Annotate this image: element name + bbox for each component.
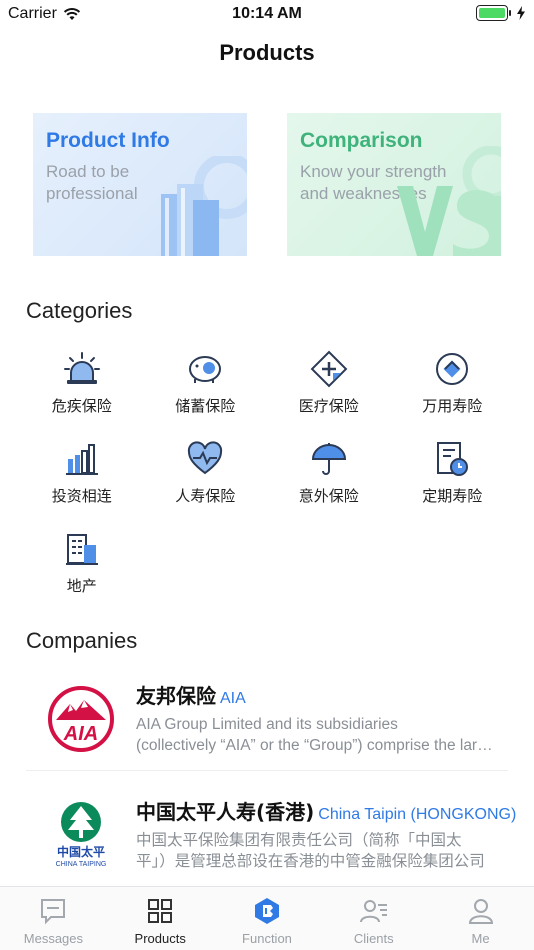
company-description-line2: (collectively “AIA” or the “Group”) comp… xyxy=(136,737,498,754)
category-medical[interactable]: 医疗保险 xyxy=(267,345,391,435)
category-term-life[interactable]: 定期寿险 xyxy=(391,435,515,525)
page-title: Products xyxy=(219,40,315,65)
comparison-card[interactable]: Comparison Know your strength and weakne… xyxy=(287,113,501,256)
categories-grid: 危疾保险 储蓄保险 医疗保险 万用寿险 投资相连 人寿保险 意外保险 定期寿险 … xyxy=(20,345,514,615)
clients-icon xyxy=(359,900,387,923)
umbrella-icon xyxy=(311,443,346,475)
category-label: 人寿保险 xyxy=(175,487,236,505)
aia-logo-icon: AIA xyxy=(48,686,114,752)
status-right xyxy=(476,5,526,21)
tab-function[interactable]: Function xyxy=(214,887,321,950)
aia-logo-text: AIA xyxy=(63,723,98,745)
category-label: 万用寿险 xyxy=(422,397,483,415)
tab-label: Clients xyxy=(353,931,394,946)
product-info-title: Product Info xyxy=(46,129,170,152)
status-time: 10:14 AM xyxy=(232,5,302,22)
category-label: 医疗保险 xyxy=(298,397,359,415)
company-name-cn: 中国太平人寿(香港) xyxy=(136,800,315,824)
company-item-china-taiping[interactable]: 中国太平 CHINA TAIPING 中国太平人寿(香港) China Taipi… xyxy=(26,788,517,888)
medical-cross-icon xyxy=(310,350,348,388)
vs-illustration-icon xyxy=(397,146,501,256)
tab-messages[interactable]: Messages xyxy=(0,887,107,950)
company-description-line1: 中国太平保险集团有限责任公司（简称「中国太 xyxy=(136,832,462,849)
tab-clients[interactable]: Clients xyxy=(320,887,427,950)
company-name: 友邦保险 AIA xyxy=(136,680,246,709)
company-name-en: AIA xyxy=(220,690,246,707)
company-description-line1: AIA Group Limited and its subsidiaries xyxy=(136,716,398,733)
company-description: 中国太平保险集团有限责任公司（简称「中国太 平」）是管理总部设在香港的中管金融保… xyxy=(136,830,498,872)
tab-label: Me xyxy=(471,931,490,946)
category-savings[interactable]: 储蓄保险 xyxy=(144,345,268,435)
company-description-line2: 平」）是管理总部设在香港的中管金融保险集团公司 xyxy=(136,853,485,870)
company-name-cn: 友邦保险 xyxy=(136,684,216,708)
category-real-estate[interactable]: 地产 xyxy=(20,525,144,615)
tab-label: Products xyxy=(134,931,186,946)
company-name: 中国太平人寿(香港) China Taipin (HONGKONG) xyxy=(136,796,516,825)
document-clock-icon xyxy=(437,442,469,476)
category-label: 投资相连 xyxy=(51,487,112,505)
category-accident[interactable]: 意外保险 xyxy=(267,435,391,525)
tab-bar: Messages Products Function Clients Me xyxy=(0,886,534,950)
china-taiping-logo-cn: 中国太平 xyxy=(57,844,105,859)
bar-chart-icon xyxy=(65,444,98,475)
status-bar: Carrier 10:14 AM xyxy=(0,0,534,28)
category-label: 意外保险 xyxy=(298,487,359,505)
china-taiping-logo-icon: 中国太平 CHINA TAIPING xyxy=(56,802,107,868)
company-description: AIA Group Limited and its subsidiaries (… xyxy=(136,714,498,756)
category-universal-life[interactable]: 万用寿险 xyxy=(391,345,515,435)
tab-me[interactable]: Me xyxy=(427,887,534,950)
books-illustration-icon xyxy=(161,156,247,256)
heart-pulse-icon xyxy=(188,441,223,475)
category-label: 储蓄保险 xyxy=(175,397,236,415)
product-info-card[interactable]: Product Info Road to be professional xyxy=(33,113,247,256)
grid-icon xyxy=(148,899,173,923)
siren-icon xyxy=(63,352,100,384)
tab-label: Messages xyxy=(23,931,84,946)
company-divider xyxy=(26,770,508,771)
function-logo-icon xyxy=(254,898,279,924)
shield-badge-icon xyxy=(436,353,469,385)
company-item-aia[interactable]: AIA 友邦保险 AIA AIA Group Limited and its su… xyxy=(26,672,508,772)
products-screen: Carrier 10:14 AM Products Product Info R… xyxy=(0,0,534,950)
china-taiping-logo-en: CHINA TAIPING xyxy=(56,861,107,868)
category-investment-linked[interactable]: 投资相连 xyxy=(20,435,144,525)
categories-heading: Categories xyxy=(26,298,133,323)
category-critical-illness[interactable]: 危疾保险 xyxy=(20,345,144,435)
message-icon xyxy=(41,899,66,925)
companies-heading: Companies xyxy=(26,628,138,653)
category-label: 定期寿险 xyxy=(422,487,483,505)
category-life[interactable]: 人寿保险 xyxy=(144,435,268,525)
building-icon xyxy=(65,534,98,565)
company-name-en: China Taipin (HONGKONG) xyxy=(318,806,517,823)
category-label: 危疾保险 xyxy=(51,397,112,415)
tab-label: Function xyxy=(242,931,292,946)
tab-products[interactable]: Products xyxy=(107,887,214,950)
category-label: 地产 xyxy=(66,577,97,595)
battery-icon xyxy=(476,5,511,21)
piggy-bank-icon xyxy=(189,356,222,383)
charging-bolt-icon xyxy=(517,6,525,20)
person-icon xyxy=(468,899,493,924)
